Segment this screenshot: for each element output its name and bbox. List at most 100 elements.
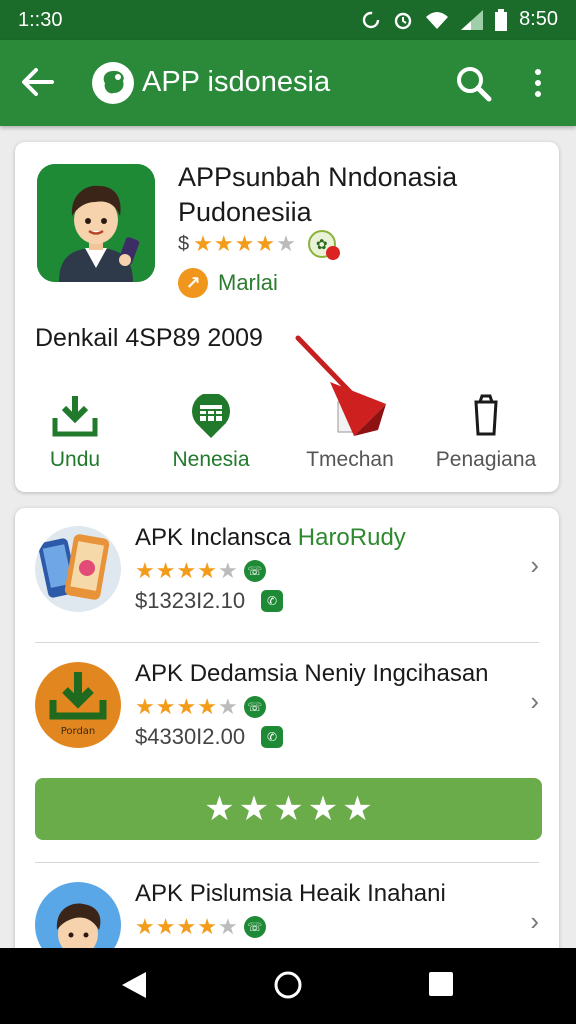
star-icon: ★	[197, 558, 217, 583]
star-icon: ★	[155, 694, 176, 719]
star-icon: ★	[217, 914, 238, 939]
calendar-label: Nenesia	[172, 448, 250, 471]
download-label: Undu	[49, 448, 101, 471]
app-title: APP isdonesia	[142, 66, 331, 98]
star-icon: ★	[217, 558, 238, 583]
star-icon: ★	[135, 694, 155, 719]
price-symbol: $	[178, 232, 190, 255]
star-icon: ★	[135, 558, 155, 583]
list-item-price: $4330I2.00	[135, 724, 246, 749]
star-icon: ★	[155, 914, 176, 939]
clipboard-label: Penagiana	[435, 448, 537, 471]
download-button[interactable]: Undu	[10, 394, 140, 472]
list-item-rating: ★ ★ ★ ★ ★ ☏	[135, 560, 266, 582]
more-vert-icon[interactable]	[533, 68, 543, 103]
support-badge-icon: ☏	[243, 560, 266, 582]
list-item-rating: ★ ★ ★ ★ ★ ☏	[135, 696, 266, 718]
list-item-name: APK Inclansca HaroRudy	[135, 524, 406, 552]
wifi-icon	[425, 10, 449, 30]
battery-icon	[495, 8, 508, 31]
list-item-name: APK Pislumsia Heaik Inahani	[135, 880, 446, 908]
developer-name: Marlai	[218, 270, 278, 295]
chevron-right-icon[interactable]: ›	[530, 686, 539, 717]
star-icon: ★	[307, 790, 339, 828]
search-icon[interactable]	[454, 64, 494, 109]
app-logo-icon	[92, 62, 134, 104]
app-list-card: APK Inclansca HaroRudy ★ ★ ★ ★ ★ ☏ $1323I2.1…	[15, 508, 559, 978]
rating-stars: ★ ★ ★ ★ ★	[135, 916, 238, 938]
back-nav-icon[interactable]	[120, 970, 148, 1005]
rate-button[interactable]: ★ ★ ★ ★ ★	[35, 778, 542, 840]
list-item-title: APK Pislumsia Heaik Inahani	[135, 880, 446, 907]
home-nav-icon[interactable]	[273, 970, 303, 1005]
alarm-icon	[393, 10, 413, 30]
chevron-right-icon[interactable]: ›	[530, 550, 539, 581]
star-icon: ★	[217, 694, 238, 719]
app-bar: APP isdonesia	[0, 40, 576, 126]
rating-stars: ★ ★ ★ ★ ★	[193, 233, 296, 255]
app-detail-card: APPsunbah Nndonasia Pudonesiia $ ★ ★ ★ ★…	[15, 142, 559, 492]
heart-icon	[325, 246, 340, 260]
divider	[35, 862, 539, 863]
star-icon: ★	[238, 790, 270, 828]
star-icon: ★	[193, 231, 213, 256]
chevron-right-icon[interactable]: ›	[530, 906, 539, 937]
action-row: Undu Nenesia Tmechan Penagiana	[15, 394, 559, 474]
star-icon: ★	[342, 790, 373, 828]
system-nav-bar	[0, 948, 576, 1024]
list-item-price: $1323I2.10	[135, 588, 246, 613]
app-title-heading: APPsunbah Nndonasia Pudonesiia	[178, 162, 458, 227]
app-meta-text: Denkail 4SP89 2009	[35, 324, 263, 352]
recents-nav-icon[interactable]	[428, 970, 454, 1003]
clipboard-button[interactable]: Penagiana	[421, 394, 551, 472]
share-label: Tmechan	[306, 448, 394, 471]
star-icon: ★	[255, 231, 276, 256]
status-time-right: 8:50	[519, 8, 558, 30]
list-item-accent: HaroRudy	[291, 524, 406, 551]
star-icon: ★	[234, 231, 255, 256]
award-badge-icon: ✿	[307, 230, 340, 260]
developer-icon: ↗	[178, 268, 208, 298]
star-icon: ★	[176, 694, 197, 719]
download-app-icon: Pordan	[35, 662, 121, 748]
calendar-button[interactable]: Nenesia	[146, 394, 276, 472]
support-badge-icon: ☏	[243, 696, 266, 718]
list-item[interactable]: APK Inclansca HaroRudy ★ ★ ★ ★ ★ ☏ $1323I2.1…	[15, 508, 559, 642]
star-icon: ★	[176, 558, 197, 583]
pointer-arrow-icon	[292, 332, 392, 447]
rating-stars: ★ ★ ★ ★ ★	[135, 560, 238, 582]
back-arrow-icon[interactable]	[20, 66, 56, 103]
list-item[interactable]: Pordan APK Dedamsia Neniy Ingcihasan ★ ★ ★…	[15, 644, 559, 778]
status-icons: 8:50	[361, 8, 558, 31]
list-item-title: APK Inclansca	[135, 524, 292, 551]
star-icon: ★	[135, 914, 155, 939]
list-item-name: APK Dedamsia Neniy Ingcihasan	[135, 660, 489, 688]
star-icon: ★	[176, 914, 197, 939]
star-icon: ★	[276, 231, 296, 256]
star-icon: ★	[273, 790, 304, 828]
clipboard-icon	[470, 394, 502, 438]
phone-badge-icon: ✆	[261, 590, 283, 612]
status-bar: 1::30 8:50	[0, 0, 576, 40]
rating-stars: ★ ★ ★ ★ ★	[135, 696, 238, 718]
phone-badge-icon: ✆	[261, 726, 283, 748]
calendar-icon	[191, 394, 231, 438]
star-icon: ★	[204, 790, 235, 828]
star-icon: ★	[213, 231, 234, 256]
download-icon	[51, 394, 99, 438]
star-icon: ★	[197, 694, 217, 719]
app-avatar-icon	[37, 164, 155, 282]
divider	[35, 642, 539, 643]
rating-row: $ ★ ★ ★ ★ ★ ✿	[178, 230, 340, 260]
sync-icon	[361, 10, 381, 30]
support-badge-icon: ☏	[243, 916, 266, 938]
thumb-label: Pordan	[61, 726, 96, 737]
phone-app-icon	[35, 526, 121, 612]
list-item-title: APK Dedamsia Neniy Ingcihasan	[135, 660, 489, 687]
signal-icon	[461, 9, 484, 30]
star-icon: ★	[197, 914, 217, 939]
list-item-rating: ★ ★ ★ ★ ★ ☏	[135, 916, 266, 938]
developer-row[interactable]: ↗ Marlai	[178, 268, 278, 298]
star-icon: ★	[155, 558, 176, 583]
status-time: 1::30	[18, 9, 63, 31]
